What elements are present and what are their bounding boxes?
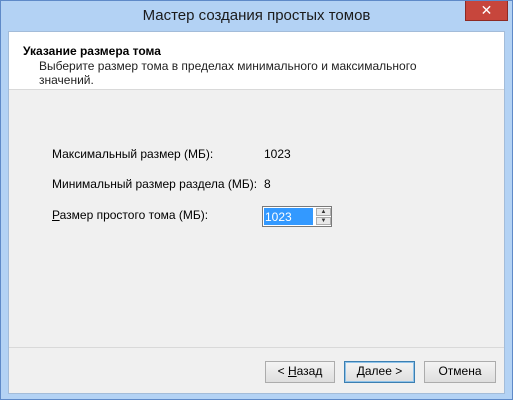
cancel-button[interactable]: Отмена: [424, 361, 496, 383]
volume-size-label: Размер простого тома (МБ):: [52, 208, 208, 222]
max-size-value: 1023: [264, 147, 291, 161]
title-bar[interactable]: Мастер создания простых томов ✕: [1, 1, 512, 31]
close-icon: ✕: [480, 2, 493, 18]
volume-size-label-accel: Р: [52, 208, 60, 222]
next-button-accel: Д: [356, 364, 365, 378]
volume-size-input[interactable]: [264, 208, 313, 225]
wizard-header: Указание размера тома Выберите размер то…: [9, 32, 504, 90]
page-title: Указание размера тома: [23, 44, 161, 58]
back-button-prefix: <: [277, 364, 288, 378]
next-button-label: алее >: [364, 364, 403, 378]
footer-divider: [9, 347, 504, 348]
close-button[interactable]: ✕: [465, 1, 508, 21]
back-button[interactable]: < Назад: [265, 361, 335, 383]
back-button-label: азад: [296, 364, 323, 378]
max-size-label: Максимальный размер (МБ):: [52, 147, 214, 161]
volume-size-stepper: ▲ ▼: [262, 206, 332, 227]
page-subtitle: Выберите размер тома в пределах минималь…: [39, 59, 417, 87]
min-size-label: Минимальный размер раздела (МБ):: [52, 177, 258, 191]
volume-size-label-text: азмер простого тома (МБ):: [59, 208, 209, 222]
min-size-value: 8: [264, 177, 271, 191]
arrow-down-icon: ▼: [320, 218, 327, 224]
back-button-accel: Н: [287, 364, 297, 378]
wizard-client-area: Указание размера тома Выберите размер то…: [8, 31, 505, 394]
next-button[interactable]: Далее >: [344, 361, 415, 383]
stepper-buttons: ▲ ▼: [316, 208, 331, 225]
window-title: Мастер создания простых томов: [142, 7, 371, 24]
stepper-up-button[interactable]: ▲: [316, 208, 331, 216]
wizard-window: Мастер создания простых томов ✕ Указание…: [0, 0, 513, 400]
stepper-down-button[interactable]: ▼: [316, 217, 331, 225]
arrow-up-icon: ▲: [320, 209, 327, 215]
